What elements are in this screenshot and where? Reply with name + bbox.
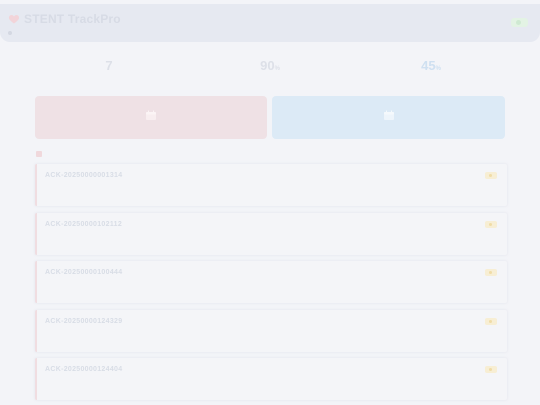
brand: STENT TrackPro xyxy=(8,12,121,26)
app-title: STENT TrackPro xyxy=(24,12,121,26)
sync-icon xyxy=(516,20,521,25)
stat-value: 45% xyxy=(356,58,506,73)
status-badge xyxy=(485,269,497,276)
stat-number: 7 xyxy=(105,58,113,73)
records-list: ACK-20250000001314 ACK-20250000102112 AC… xyxy=(35,164,507,405)
stat-card: 45% xyxy=(356,56,506,88)
pending-dot-icon xyxy=(489,368,492,371)
status-badge xyxy=(485,366,497,373)
status-badge xyxy=(485,317,497,325)
stat-card: 7 xyxy=(34,56,184,88)
list-item[interactable]: ACK-20250000001314 xyxy=(35,164,507,206)
list-item[interactable]: ACK-20250000124329 xyxy=(35,309,507,352)
app-subtitle xyxy=(8,31,15,35)
section-heading xyxy=(36,151,45,157)
status-dot-icon xyxy=(8,31,12,35)
record-id: ACK-20250000124404 xyxy=(45,366,123,373)
status-badge xyxy=(485,172,497,179)
top-header: STENT TrackPro xyxy=(0,4,540,42)
stat-unit: % xyxy=(274,66,280,72)
pending-dot-icon xyxy=(489,174,492,177)
action-button-primary[interactable] xyxy=(35,96,267,139)
stat-unit: % xyxy=(435,66,441,72)
list-item[interactable]: ACK-20250000124404 xyxy=(35,358,507,400)
app-page: STENT TrackPro 7 90% 45% ACK-20250000001… xyxy=(0,0,540,405)
list-item[interactable]: ACK-20250000100444 xyxy=(35,261,507,303)
record-id: ACK-20250000100444 xyxy=(45,269,123,276)
stat-value: 7 xyxy=(34,58,184,73)
heart-icon xyxy=(8,15,20,24)
stat-number: 90 xyxy=(260,58,275,73)
record-id: ACK-20250000102112 xyxy=(45,220,123,228)
pending-dot-icon xyxy=(489,222,492,226)
calendar-icon xyxy=(383,110,394,120)
pending-dot-icon xyxy=(489,319,492,323)
clipboard-icon xyxy=(36,151,42,157)
status-badge xyxy=(485,220,497,228)
record-id: ACK-20250000124329 xyxy=(45,317,123,325)
action-button-secondary[interactable] xyxy=(272,96,505,139)
stat-number: 45 xyxy=(421,58,436,73)
stat-value: 90% xyxy=(195,58,345,73)
stats-row: 7 90% 45% xyxy=(34,56,506,88)
sync-button[interactable] xyxy=(511,18,528,27)
calendar-icon xyxy=(146,110,156,120)
stat-card: 90% xyxy=(195,56,345,88)
list-item[interactable]: ACK-20250000102112 xyxy=(35,212,507,255)
pending-dot-icon xyxy=(489,271,492,274)
record-id: ACK-20250000001314 xyxy=(45,172,123,179)
